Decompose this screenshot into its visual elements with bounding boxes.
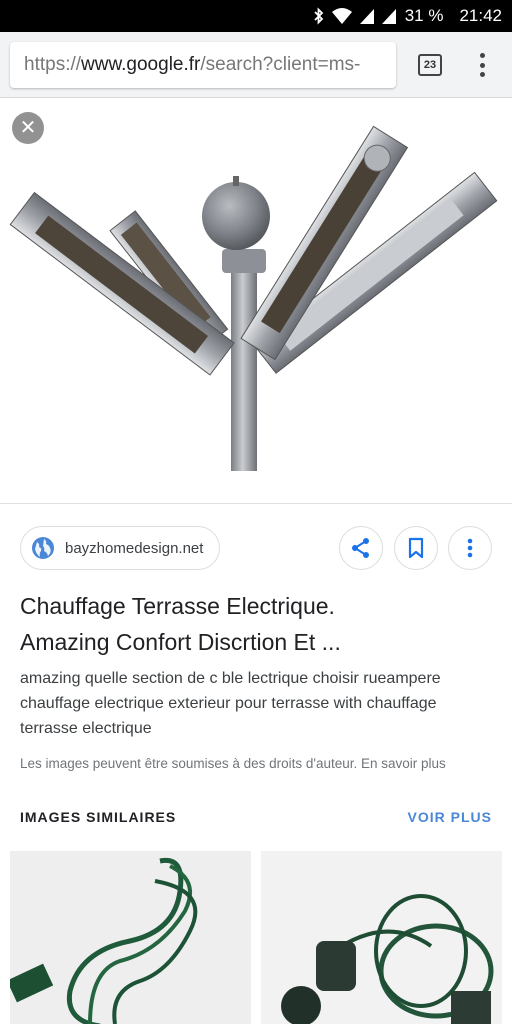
signal-icon [359,7,375,25]
clock: 21:42 [459,6,502,25]
url-prefix: https:// [24,54,82,75]
copyright-notice: Les images peuvent être soumises à des d… [20,756,446,771]
url-path: /search?client=ms- [200,54,361,75]
more-vert-icon [467,538,473,558]
result-description: amazing quelle section de c ble lectriqu… [20,670,441,737]
globe-icon [32,537,54,559]
result-title-line-2: Amazing Confort Discrtion Et ... [20,629,341,655]
preview-image [0,99,512,504]
cable-image-2 [261,851,502,1024]
url-host: www.google.fr [81,54,201,75]
similar-images-heading: IMAGES SIMILAIRES [20,809,177,825]
similar-image-1[interactable] [10,851,251,1024]
close-preview-button[interactable]: ✕ [12,112,44,144]
share-icon [352,538,369,558]
signal-icon-2 [381,7,397,25]
see-more-link[interactable]: VOIR PLUS [408,809,492,825]
cable-image-1 [10,851,251,1024]
close-icon: ✕ [19,117,37,139]
browser-toolbar: https://www.google.fr/search?client=ms- … [0,32,512,98]
bluetooth-icon [313,7,325,25]
patio-heater-illustration [9,125,498,471]
more-options-button[interactable] [448,526,492,570]
wifi-icon [331,7,353,25]
result-title[interactable]: Chauffage Terrasse Electrique. Amazing C… [20,588,490,660]
source-link[interactable]: bayzhomedesign.net [20,526,221,570]
similar-image-2[interactable] [261,851,502,1024]
status-bar: 31 % 21:42 [0,0,512,32]
save-button[interactable] [394,526,438,570]
source-domain: bayzhomedesign.net [65,539,204,557]
tab-count: 23 [423,59,437,71]
bookmark-icon [408,537,424,559]
browser-menu-button[interactable] [472,50,492,80]
result-title-line-1: Chauffage Terrasse Electrique. [20,593,335,619]
tab-switcher-button[interactable]: 23 [418,54,442,76]
url-bar[interactable]: https://www.google.fr/search?client=ms- [10,42,396,88]
share-button[interactable] [339,526,383,570]
battery-level: 31 % [404,6,444,25]
